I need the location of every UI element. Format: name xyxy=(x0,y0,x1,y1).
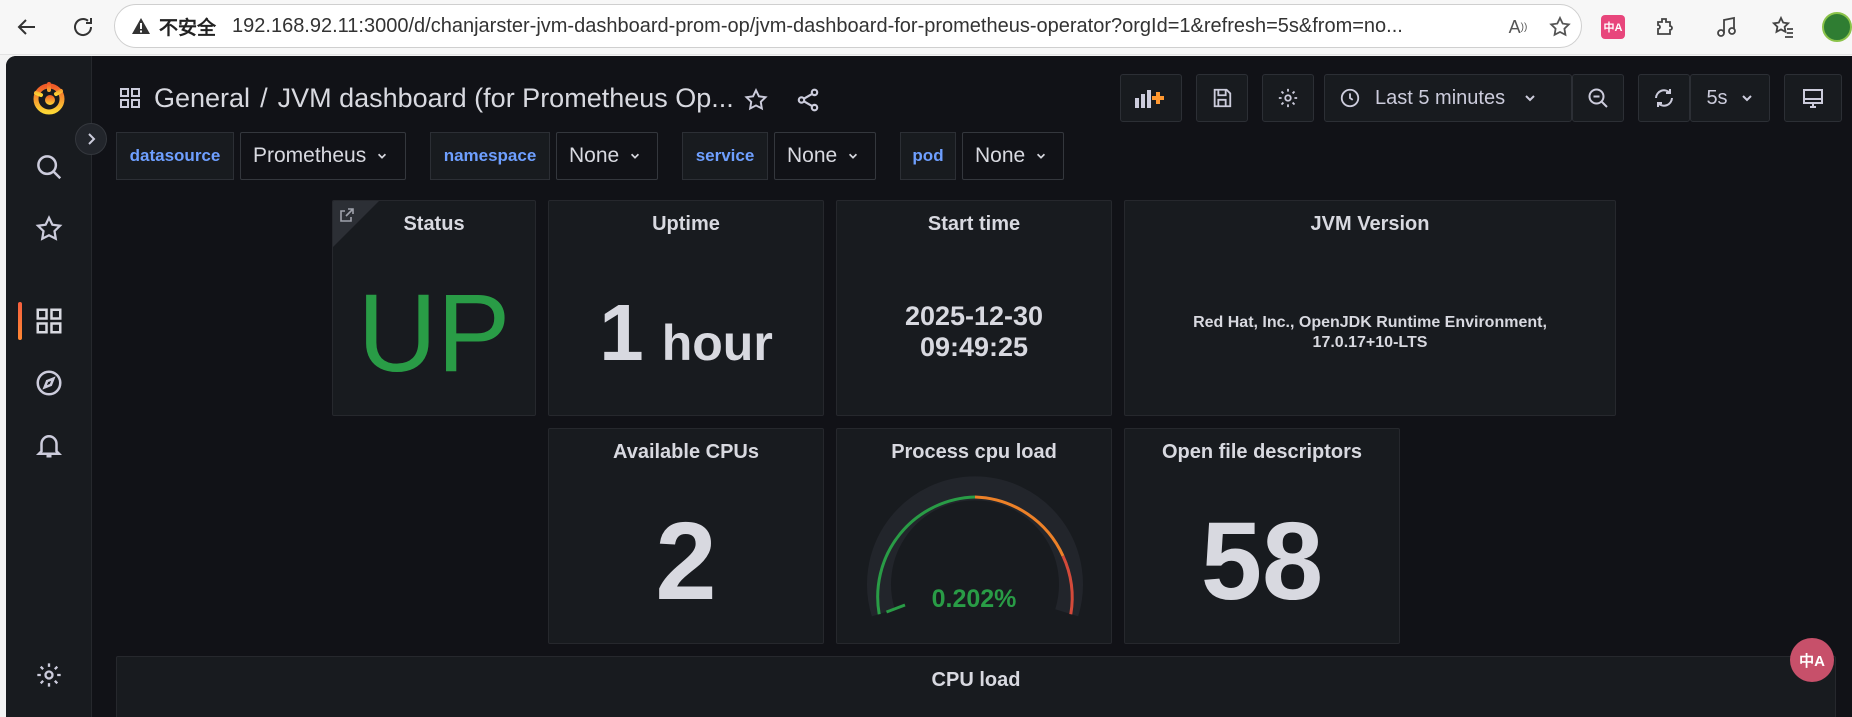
translate-extension-icon[interactable]: 中A xyxy=(1598,12,1628,42)
start-time-value: 2025-12-30 09:49:25 xyxy=(837,301,1111,363)
warning-icon xyxy=(131,17,153,35)
side-menu xyxy=(6,56,92,717)
chevron-down-icon xyxy=(1525,95,1535,102)
translate-floating-button[interactable]: 中A xyxy=(1790,638,1834,682)
clock-icon xyxy=(1340,88,1360,108)
insecure-label[interactable]: 不安全 xyxy=(159,13,216,40)
jvm-version-value: Red Hat, Inc., OpenJDK Runtime Environme… xyxy=(1193,314,1547,351)
dashboard-settings-button[interactable] xyxy=(1262,74,1314,122)
variable-value: None xyxy=(975,144,1026,167)
browser-toolbar: 不安全 192.168.92.11:3000/d/chanjarster-jvm… xyxy=(0,0,1852,55)
panel-title: JVM Version xyxy=(1310,213,1430,235)
chevron-down-icon xyxy=(376,150,388,162)
chevron-down-icon xyxy=(1741,95,1752,102)
chevron-down-icon xyxy=(629,150,641,162)
variable-select-namespace[interactable]: None xyxy=(556,132,658,180)
profile-avatar[interactable] xyxy=(1822,12,1852,42)
uptime-unit: hour xyxy=(661,315,773,371)
zoom-out-button[interactable] xyxy=(1572,74,1624,122)
cpu-load-value: 0.202% xyxy=(931,585,1017,613)
gear-icon xyxy=(1278,88,1298,108)
reload-icon xyxy=(74,18,93,36)
media-extension-icon[interactable] xyxy=(1712,12,1742,42)
panel-uptime[interactable]: Uptime 1 hour xyxy=(548,200,824,416)
panel-available-cpus[interactable]: Available CPUs 2 xyxy=(548,428,824,644)
breadcrumb-separator: / xyxy=(260,82,268,113)
panel-title: Available CPUs xyxy=(613,441,759,463)
panel-title: Start time xyxy=(927,213,1021,235)
refresh-icon xyxy=(1655,89,1673,107)
save-icon xyxy=(1213,88,1232,108)
variable-select-pod[interactable]: None xyxy=(962,132,1064,180)
variable-label-service: service xyxy=(682,132,768,180)
panel-open-file-descriptors[interactable]: Open file descriptors 58 xyxy=(1124,428,1400,644)
refresh-button[interactable] xyxy=(1638,74,1690,122)
folder-link[interactable]: General xyxy=(154,83,250,114)
variable-label-datasource: datasource xyxy=(116,132,234,180)
add-panel-button[interactable] xyxy=(1120,74,1182,122)
dashboards-icon[interactable] xyxy=(6,296,92,346)
starred-icon[interactable] xyxy=(6,204,92,254)
arrow-left-icon xyxy=(17,19,35,35)
share-button[interactable] xyxy=(792,84,824,116)
panel-jvm-version[interactable]: JVM Version Red Hat, Inc., OpenJDK Runti… xyxy=(1124,200,1616,416)
dashboard-title[interactable]: JVM dashboard (for Prometheus Op... xyxy=(278,83,734,114)
refresh-interval-label: 5s xyxy=(1706,86,1728,109)
explore-icon[interactable] xyxy=(6,358,92,408)
puzzle-extension-icon[interactable] xyxy=(1650,12,1680,42)
panel-status[interactable]: Status UP xyxy=(332,200,536,416)
zoom-out-icon xyxy=(1588,88,1608,108)
favorite-star-icon[interactable] xyxy=(1547,14,1573,40)
uptime-number: 1 xyxy=(599,288,644,377)
panel-title: Uptime xyxy=(652,213,720,235)
settings-gear-icon[interactable] xyxy=(6,650,92,700)
start-date: 2025-12-30 xyxy=(904,301,1044,331)
panel-process-cpu-load[interactable]: Process cpu load 0.202% xyxy=(836,428,1112,644)
dashboard-breadcrumb: General / JVM dashboard (for Prometheus … xyxy=(118,78,734,118)
read-aloud-icon[interactable]: A)) xyxy=(1505,14,1531,40)
share-icon xyxy=(797,88,819,112)
chevron-down-icon xyxy=(847,150,859,162)
grafana-app: General / JVM dashboard (for Prometheus … xyxy=(6,56,1852,717)
available-cpus-value: 2 xyxy=(655,500,717,623)
address-bar[interactable]: 不安全 192.168.92.11:3000/d/chanjarster-jvm… xyxy=(114,4,1582,48)
start-clock: 09:49:25 xyxy=(919,332,1029,362)
expand-menu-button[interactable] xyxy=(75,123,107,155)
panel-title: Open file descriptors xyxy=(1161,441,1363,463)
uptime-value: 1 hour xyxy=(549,293,823,373)
monitor-icon xyxy=(1803,89,1823,108)
back-button[interactable] xyxy=(10,10,44,44)
time-range-picker[interactable]: Last 5 minutes xyxy=(1324,74,1572,122)
panel-cpu-load[interactable]: CPU load xyxy=(116,656,1836,717)
grafana-logo[interactable] xyxy=(6,74,92,124)
add-panel-icon xyxy=(1135,90,1164,108)
panel-title: CPU load xyxy=(931,669,1021,691)
variable-value: None xyxy=(569,144,620,167)
variable-value: Prometheus xyxy=(253,144,367,167)
panel-start-time[interactable]: Start time 2025-12-30 09:49:25 xyxy=(836,200,1112,416)
save-dashboard-button[interactable] xyxy=(1196,74,1248,122)
url-text[interactable]: 192.168.92.11:3000/d/chanjarster-jvm-das… xyxy=(232,15,1472,38)
open-fds-value: 58 xyxy=(1200,500,1324,623)
panel-title: Status xyxy=(403,213,465,235)
tv-mode-button[interactable] xyxy=(1784,74,1842,122)
alerting-bell-icon[interactable] xyxy=(6,420,92,470)
reload-button[interactable] xyxy=(66,10,100,44)
status-value: UP xyxy=(357,272,511,395)
dashboard-grid-icon xyxy=(118,86,142,110)
variable-select-service[interactable]: None xyxy=(774,132,876,180)
favorites-list-icon[interactable] xyxy=(1768,12,1798,42)
star-icon xyxy=(744,88,768,111)
time-range-label: Last 5 minutes xyxy=(1375,86,1506,109)
variable-label-namespace: namespace xyxy=(430,132,550,180)
variable-label-pod: pod xyxy=(900,132,956,180)
variable-select-datasource[interactable]: Prometheus xyxy=(240,132,406,180)
chevron-right-icon xyxy=(88,133,96,145)
variable-value: None xyxy=(787,144,838,167)
chevron-down-icon xyxy=(1035,150,1047,162)
refresh-interval-picker[interactable]: 5s xyxy=(1690,74,1770,122)
mark-favorite-button[interactable] xyxy=(740,84,772,116)
